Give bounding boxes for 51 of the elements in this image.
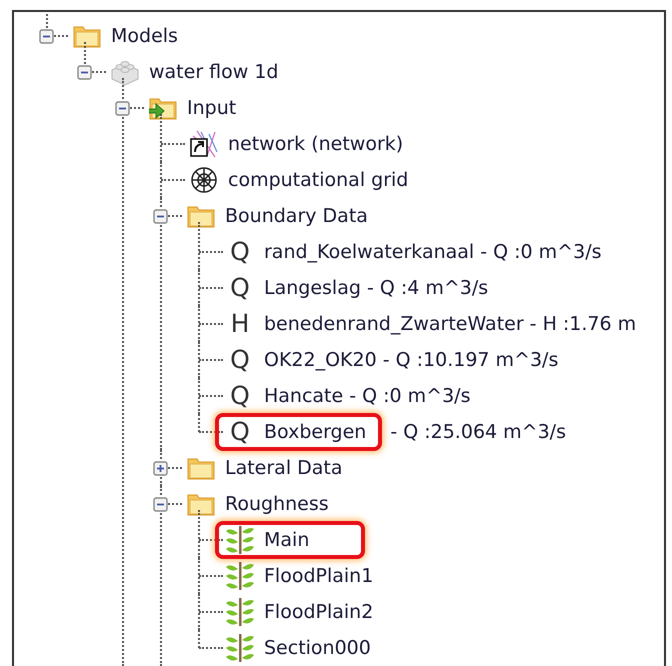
symbol-icon: Q [225,237,255,267]
symbol-icon: Q [225,381,255,411]
tree-item-label[interactable]: Lateral Data [225,457,343,479]
collapse-icon[interactable] [115,100,130,116]
tree-item-label[interactable]: Main [264,529,310,551]
tree-item[interactable]: Q Hancate - Q :0 m^3/s [215,377,486,415]
tree-item-label[interactable]: FloodPlain2 [264,601,374,623]
tree-item-label[interactable]: benedenrand_ZwarteWater - H :1.76 m [264,313,636,335]
tree-item[interactable]: FloodPlain2 [215,593,390,631]
tree-item[interactable]: Q Langeslag - Q :4 m^3/s [215,269,504,307]
tree-item-label[interactable]: Langeslag - Q :4 m^3/s [264,277,488,299]
tree-item[interactable]: Section000 [215,629,387,666]
plant-icon [225,561,255,591]
tree-item-label[interactable]: Boxbergen [264,421,366,443]
collapse-icon[interactable] [153,496,168,512]
tree-item-label[interactable]: network (network) [228,133,404,155]
collapse-icon[interactable] [153,208,168,224]
symbol-icon: Q [225,417,255,447]
plant-icon [225,525,255,555]
mesh-circle-icon [190,166,218,194]
tree-item-label[interactable]: Boundary Data [225,205,368,227]
collapse-icon[interactable] [77,64,92,80]
tree-item-label[interactable]: rand_Koelwaterkanaal - Q :0 m^3/s [264,241,602,263]
folder-icon [187,456,215,480]
tree-item[interactable]: Q OK22_OK20 - Q :10.197 m^3/s [215,341,574,379]
tree-item[interactable]: FloodPlain1 [215,557,390,595]
plant-icon [225,597,255,627]
tree-item[interactable]: Q rand_Koelwaterkanaal - Q :0 m^3/s [215,233,618,271]
folder-icon [73,24,101,48]
tree-item[interactable]: H benedenrand_ZwarteWater - H :1.76 m [215,305,652,343]
tree-item-label[interactable]: Models [111,25,178,47]
tree-item-label[interactable]: computational grid [228,169,408,191]
tree-item-label[interactable]: OK22_OK20 - Q :10.197 m^3/s [264,349,558,371]
symbol-icon: Q [225,345,255,375]
expand-icon[interactable] [153,460,168,476]
tree-item-label[interactable]: FloodPlain1 [264,565,374,587]
plant-icon [225,633,255,663]
folder-arrow-icon [149,96,177,120]
symbol-icon: Q [225,273,255,303]
folder-icon [187,204,215,228]
brick-icon [110,58,140,86]
tree-item-label[interactable]: Roughness [225,493,329,515]
tree-item-label[interactable]: water flow 1d [149,61,278,83]
tree-item-label[interactable]: Hancate - Q :0 m^3/s [264,385,470,407]
collapse-icon[interactable] [39,28,54,44]
tree-item-value: - Q :25.064 m^3/s [390,421,566,443]
folder-icon [187,492,215,516]
network-shortcut-icon [189,130,219,158]
symbol-icon: H [225,309,255,339]
tree-item-label[interactable]: Section000 [264,637,371,659]
tree-item-label[interactable]: Input [187,97,236,119]
